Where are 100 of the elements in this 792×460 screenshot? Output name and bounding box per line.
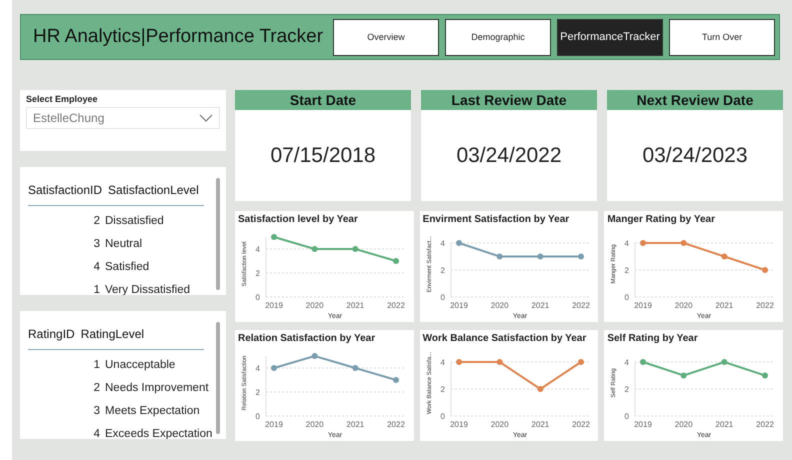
x-tick-label: 2021 bbox=[531, 420, 549, 429]
table-cell: Neutral bbox=[105, 238, 142, 250]
x-tick-label: 2020 bbox=[675, 301, 693, 310]
data-point bbox=[496, 254, 502, 260]
date-value: 03/24/2022 bbox=[455, 142, 563, 168]
data-point bbox=[496, 359, 502, 365]
y-tick-label: 4 bbox=[256, 364, 260, 373]
data-point bbox=[640, 240, 646, 246]
table-cell-text: 1 bbox=[92, 358, 100, 370]
date-value: 07/15/2018 bbox=[269, 142, 377, 168]
data-point bbox=[271, 234, 277, 240]
data-point bbox=[456, 359, 462, 365]
column-header: SatisfactionLevel bbox=[108, 183, 199, 197]
data-point bbox=[312, 246, 318, 252]
chart-title: Manger Rating by Year bbox=[607, 214, 716, 225]
y-tick-label: 0 bbox=[624, 412, 630, 421]
x-tick-label: 2021 bbox=[716, 301, 734, 310]
dropdown-value: EstelleChung bbox=[33, 111, 104, 125]
date-title: Start Date bbox=[235, 90, 411, 110]
table-cell: Very Dissatisfied bbox=[105, 284, 190, 295]
data-point bbox=[722, 254, 728, 260]
data-point bbox=[762, 267, 768, 273]
x-tick-label: 2022 bbox=[756, 301, 774, 310]
x-tick-label: 2020 bbox=[306, 301, 324, 310]
y-tick-label: 2 bbox=[256, 269, 260, 278]
nav-button[interactable]: PerformanceTracker bbox=[557, 18, 664, 56]
column-header: RatingLevel bbox=[80, 327, 144, 341]
x-tick-label: 2020 bbox=[490, 420, 508, 429]
data-point bbox=[312, 353, 318, 359]
chart-title: Work Balance Satisfaction by Year bbox=[422, 333, 588, 344]
data-point bbox=[578, 254, 584, 260]
data-point bbox=[681, 240, 687, 246]
scrollbar[interactable] bbox=[216, 322, 220, 434]
table-cell-text: 2 bbox=[92, 382, 100, 394]
x-tick-label: 2022 bbox=[572, 301, 590, 310]
y-tick-label: 4 bbox=[440, 239, 445, 248]
data-point bbox=[352, 246, 358, 252]
y-tick-label: 4 bbox=[256, 245, 260, 254]
data-point bbox=[640, 359, 646, 365]
y-tick-label: 2 bbox=[256, 388, 260, 397]
x-tick-label: 2019 bbox=[265, 420, 283, 429]
filter-label: Select Employee bbox=[26, 94, 99, 104]
date-value: 03/24/2023 bbox=[641, 142, 749, 168]
table-cell-text: 3 bbox=[92, 404, 100, 416]
chart-title: Satisfaction level by Year bbox=[238, 214, 359, 225]
x-tick-label: 2022 bbox=[572, 420, 590, 429]
chart-title: Envirment Satisfaction by Year bbox=[422, 214, 570, 225]
x-tick-label: 2020 bbox=[306, 420, 324, 429]
x-tick-label: 2021 bbox=[531, 301, 549, 310]
scrollbar[interactable] bbox=[216, 178, 220, 290]
y-tick-label: 0 bbox=[256, 293, 260, 302]
x-tick-label: 2019 bbox=[265, 301, 283, 310]
date-title: Next Review Date bbox=[607, 90, 783, 110]
table-cell-text: 4 bbox=[92, 428, 100, 439]
nav-button[interactable]: Overview bbox=[333, 18, 440, 56]
table-cell: Satisfied bbox=[105, 260, 150, 272]
data-point bbox=[578, 359, 584, 365]
table-cell: Unacceptable bbox=[105, 358, 176, 370]
x-tick-label: 2019 bbox=[450, 301, 468, 310]
nav-button[interactable]: Turn Over bbox=[669, 18, 776, 56]
table-cell-text: 4 bbox=[92, 260, 100, 272]
chart-title: Relation Satisfaction by Year bbox=[238, 333, 376, 344]
chevron-down-icon bbox=[199, 114, 213, 122]
column-header: SatisfactionID bbox=[28, 183, 102, 197]
x-tick-label: 2019 bbox=[634, 420, 652, 429]
y-tick-label: 0 bbox=[440, 293, 445, 302]
data-point bbox=[537, 386, 543, 392]
data-point bbox=[271, 365, 277, 371]
data-point bbox=[393, 258, 399, 264]
y-tick-label: 4 bbox=[624, 358, 630, 367]
x-tick-label: 2019 bbox=[634, 301, 652, 310]
table-cell-text: 3 bbox=[92, 238, 100, 250]
y-tick-label: 0 bbox=[440, 412, 445, 421]
date-title: Last Review Date bbox=[421, 90, 597, 110]
x-tick-label: 2019 bbox=[450, 420, 468, 429]
data-point bbox=[537, 254, 543, 260]
table-cell-text: 1 bbox=[92, 284, 100, 295]
table-cell: Needs Improvement bbox=[105, 382, 209, 394]
table-cell: Dissatisfied bbox=[105, 214, 164, 226]
chart-title: Self Rating by Year bbox=[607, 333, 699, 344]
x-tick-label: 2022 bbox=[756, 420, 774, 429]
y-tick-label: 2 bbox=[440, 385, 445, 394]
table-cell: Meets Expectation bbox=[105, 404, 200, 416]
y-tick-label: 2 bbox=[440, 266, 445, 275]
y-tick-label: 0 bbox=[256, 412, 260, 421]
employee-dropdown[interactable]: EstelleChung bbox=[26, 107, 220, 129]
y-tick-label: 2 bbox=[624, 385, 630, 394]
x-tick-label: 2021 bbox=[716, 420, 734, 429]
y-tick-label: 4 bbox=[624, 239, 630, 248]
data-point bbox=[722, 359, 728, 365]
column-header: RatingID bbox=[28, 327, 75, 341]
data-point bbox=[352, 365, 358, 371]
x-tick-label: 2020 bbox=[490, 301, 508, 310]
y-tick-label: 0 bbox=[624, 293, 630, 302]
x-tick-label: 2020 bbox=[675, 420, 693, 429]
nav-button[interactable]: Demographic bbox=[445, 18, 552, 56]
dashboard-title: HR Analytics|Performance Tracker bbox=[33, 26, 324, 48]
y-tick-label: 4 bbox=[440, 358, 445, 367]
data-point bbox=[681, 372, 687, 378]
x-tick-label: 2022 bbox=[387, 301, 405, 310]
